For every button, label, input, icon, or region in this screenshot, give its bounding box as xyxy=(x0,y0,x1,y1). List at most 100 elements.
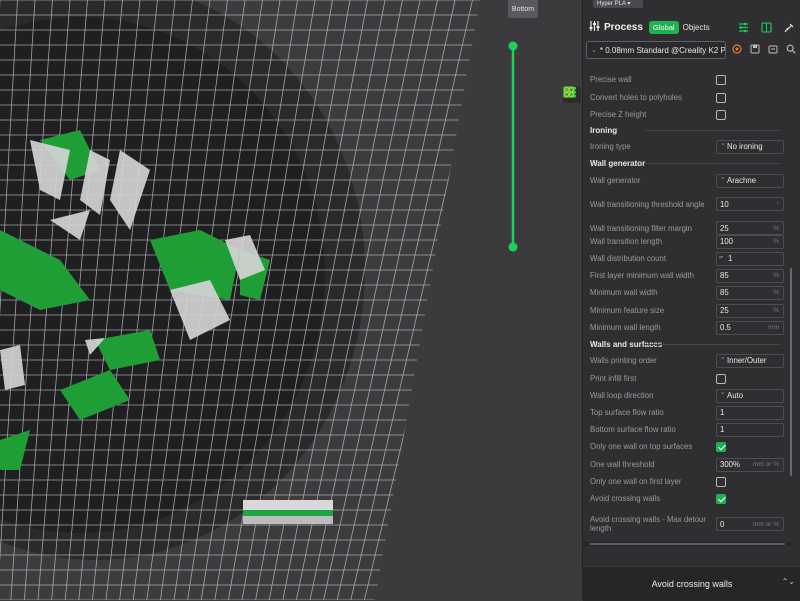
first-layer-minimum-wall-width-input[interactable]: 85% xyxy=(716,268,784,283)
input-unit: mm or % xyxy=(753,520,779,528)
expand-chevron-icon[interactable]: ⌃⌄ xyxy=(782,577,795,586)
setting-label: Wall loop direction xyxy=(590,391,654,400)
setting-row-one-wall-threshold: One wall threshold 300% mm or % xyxy=(583,456,793,473)
small-object-base xyxy=(243,516,333,524)
advanced-toggle-icon[interactable] xyxy=(738,20,749,38)
input-value: 85 xyxy=(720,288,729,297)
small-object-stripe xyxy=(243,510,333,516)
horizontal-scrollbar[interactable] xyxy=(583,542,793,546)
input-value: 25 xyxy=(720,223,729,233)
setting-row-minimum-feature-size: Minimum feature size 25% xyxy=(583,302,793,319)
input-value: 100 xyxy=(720,237,734,246)
setting-label: Avoid crossing walls xyxy=(590,494,661,503)
convert-holes-to-polyholes-checkbox[interactable] xyxy=(716,92,726,103)
input-unit: % xyxy=(773,224,779,232)
setting-label: Ironing type xyxy=(590,142,631,151)
settings-scrollbar[interactable] xyxy=(790,268,792,476)
ruler-icon[interactable] xyxy=(563,86,581,157)
setting-row-walls-printing-order: Walls printing order Inner/Outer xyxy=(583,352,793,369)
setting-row-only-one-wall-on-first-layer: Only one wall on first layer xyxy=(583,473,793,490)
avoid-crossing-walls-max-detour-length-input[interactable]: 0 mm or % xyxy=(716,517,784,531)
avoid-crossing-walls-checkbox[interactable] xyxy=(716,493,726,504)
setting-row-wall-transitioning-threshold-angle: Wall transitioning threshold angle 10 ° xyxy=(583,192,793,216)
save-icon[interactable] xyxy=(750,41,760,59)
input-value: 1 xyxy=(720,425,725,434)
preset-name: * 0.08mm Standard @Creality K2 Plu... xyxy=(599,45,726,55)
setting-row-convert-holes-to-polyholes: Convert holes to polyholes xyxy=(583,89,793,106)
setting-row-minimum-wall-width: Minimum wall width 85% xyxy=(583,284,793,301)
input-value: 0.5 xyxy=(720,323,731,332)
input-value: 10 xyxy=(720,199,729,209)
wall-loop-direction-select[interactable]: Auto xyxy=(716,388,784,403)
input-unit: mm xyxy=(768,324,779,331)
wall-transition-length-input[interactable]: 100% xyxy=(716,234,784,249)
support-icon[interactable] xyxy=(563,86,581,175)
setting-label: First layer minimum wall width xyxy=(590,271,694,280)
compare-presets-icon[interactable] xyxy=(732,41,742,59)
3d-viewport[interactable]: Bottom xyxy=(0,0,582,600)
input-unit: mm or % xyxy=(753,461,779,468)
filament-tab[interactable]: Hyper PLA ▾ xyxy=(593,0,643,8)
setting-row-wall-generator: Wall generator Arachne xyxy=(583,172,793,189)
setting-row-bottom-surface-flow-ratio: Bottom surface flow ratio 1 xyxy=(583,421,793,438)
ironing-type-select[interactable]: No ironing xyxy=(716,139,784,154)
view-bottom-button[interactable]: Bottom xyxy=(508,0,538,18)
setting-label: Precise Z height xyxy=(590,110,647,119)
precise-z-height-checkbox[interactable] xyxy=(716,109,726,120)
setting-row-wall-distribution-count: Wall distribution count 1 xyxy=(583,250,793,267)
walls-printing-order-select[interactable]: Inner/Outer xyxy=(716,353,784,368)
only-one-wall-on-top-surfaces-checkbox[interactable] xyxy=(716,441,726,452)
minimum-feature-size-input[interactable]: 25% xyxy=(716,303,784,318)
setting-label: Minimum wall length xyxy=(590,323,661,332)
setting-label: Wall transitioning threshold angle xyxy=(590,199,705,209)
only-one-wall-on-first-layer-checkbox[interactable] xyxy=(716,476,726,487)
setting-label: Precise wall xyxy=(590,75,632,84)
view-mode-toolbar xyxy=(563,86,582,194)
input-unit: ° xyxy=(776,200,779,208)
settings-list: Precise wall Convert holes to polyholes Pr… xyxy=(583,68,793,548)
input-value: 1 xyxy=(720,408,725,417)
bottom-surface-flow-ratio-input[interactable]: 1 xyxy=(716,422,784,437)
help-footer[interactable]: Avoid crossing walls ⌃⌄ xyxy=(583,566,800,601)
process-header: Process Global Objects xyxy=(583,14,800,40)
print-infill-first-checkbox[interactable] xyxy=(716,373,726,384)
delete-preset-icon[interactable] xyxy=(768,41,778,59)
help-title: Avoid crossing walls xyxy=(651,579,733,589)
layer-slider-bottom-handle xyxy=(508,242,518,252)
minimum-wall-width-input[interactable]: 85% xyxy=(716,285,784,300)
layer-slider-top-handle xyxy=(508,41,518,51)
setting-row-first-layer-minimum-wall-width: First layer minimum wall width 85% xyxy=(583,267,793,284)
setting-label: Wall generator xyxy=(590,176,641,185)
minimum-wall-length-input[interactable]: 0.5 mm xyxy=(716,320,784,335)
setting-row-print-infill-first: Print infill first xyxy=(583,370,793,387)
settings-panel: Hyper PLA ▾ Process Global Objects ⌄ * 0… xyxy=(582,0,800,601)
wall-generator-select[interactable]: Arachne xyxy=(716,173,784,188)
setting-label: Convert holes to polyholes xyxy=(590,93,682,102)
objects-toggle[interactable]: Objects xyxy=(683,23,710,32)
multi-material-icon[interactable] xyxy=(563,86,581,193)
input-value: 25 xyxy=(720,306,729,315)
one-wall-threshold-input[interactable]: 300% mm or % xyxy=(716,457,784,472)
input-value: 85 xyxy=(720,271,729,280)
pin-icon[interactable] xyxy=(784,20,795,38)
section-wall-generator: Wall generator xyxy=(583,155,793,172)
input-unit: % xyxy=(773,238,779,245)
dice-icon[interactable] xyxy=(563,86,581,121)
precise-wall-checkbox[interactable] xyxy=(716,74,726,85)
setting-label: Only one wall on first layer xyxy=(590,477,682,486)
setting-label: Wall transitioning filter margin xyxy=(590,223,692,233)
compare-icon[interactable] xyxy=(761,20,772,38)
wall-transitioning-threshold-angle-input[interactable]: 10 ° xyxy=(716,197,784,211)
top-surface-flow-ratio-input[interactable]: 1 xyxy=(716,405,784,420)
global-toggle[interactable]: Global xyxy=(648,20,679,34)
preset-chevron-icon: ⌄ xyxy=(591,47,597,54)
setting-row-only-one-wall-on-top-surfaces: Only one wall on top surfaces xyxy=(583,438,793,455)
setting-row-ironing-type: Ironing type No ironing xyxy=(583,138,793,155)
setting-label: Minimum wall width xyxy=(590,288,658,297)
speed-gauge-icon[interactable] xyxy=(563,87,581,139)
wall-distribution-count-stepper[interactable]: 1 xyxy=(716,251,784,266)
search-icon[interactable] xyxy=(786,41,796,59)
process-title: Process xyxy=(604,21,643,33)
section-ironing: Ironing xyxy=(583,122,793,139)
process-preset-dropdown[interactable]: ⌄ * 0.08mm Standard @Creality K2 Plu... xyxy=(586,41,726,59)
